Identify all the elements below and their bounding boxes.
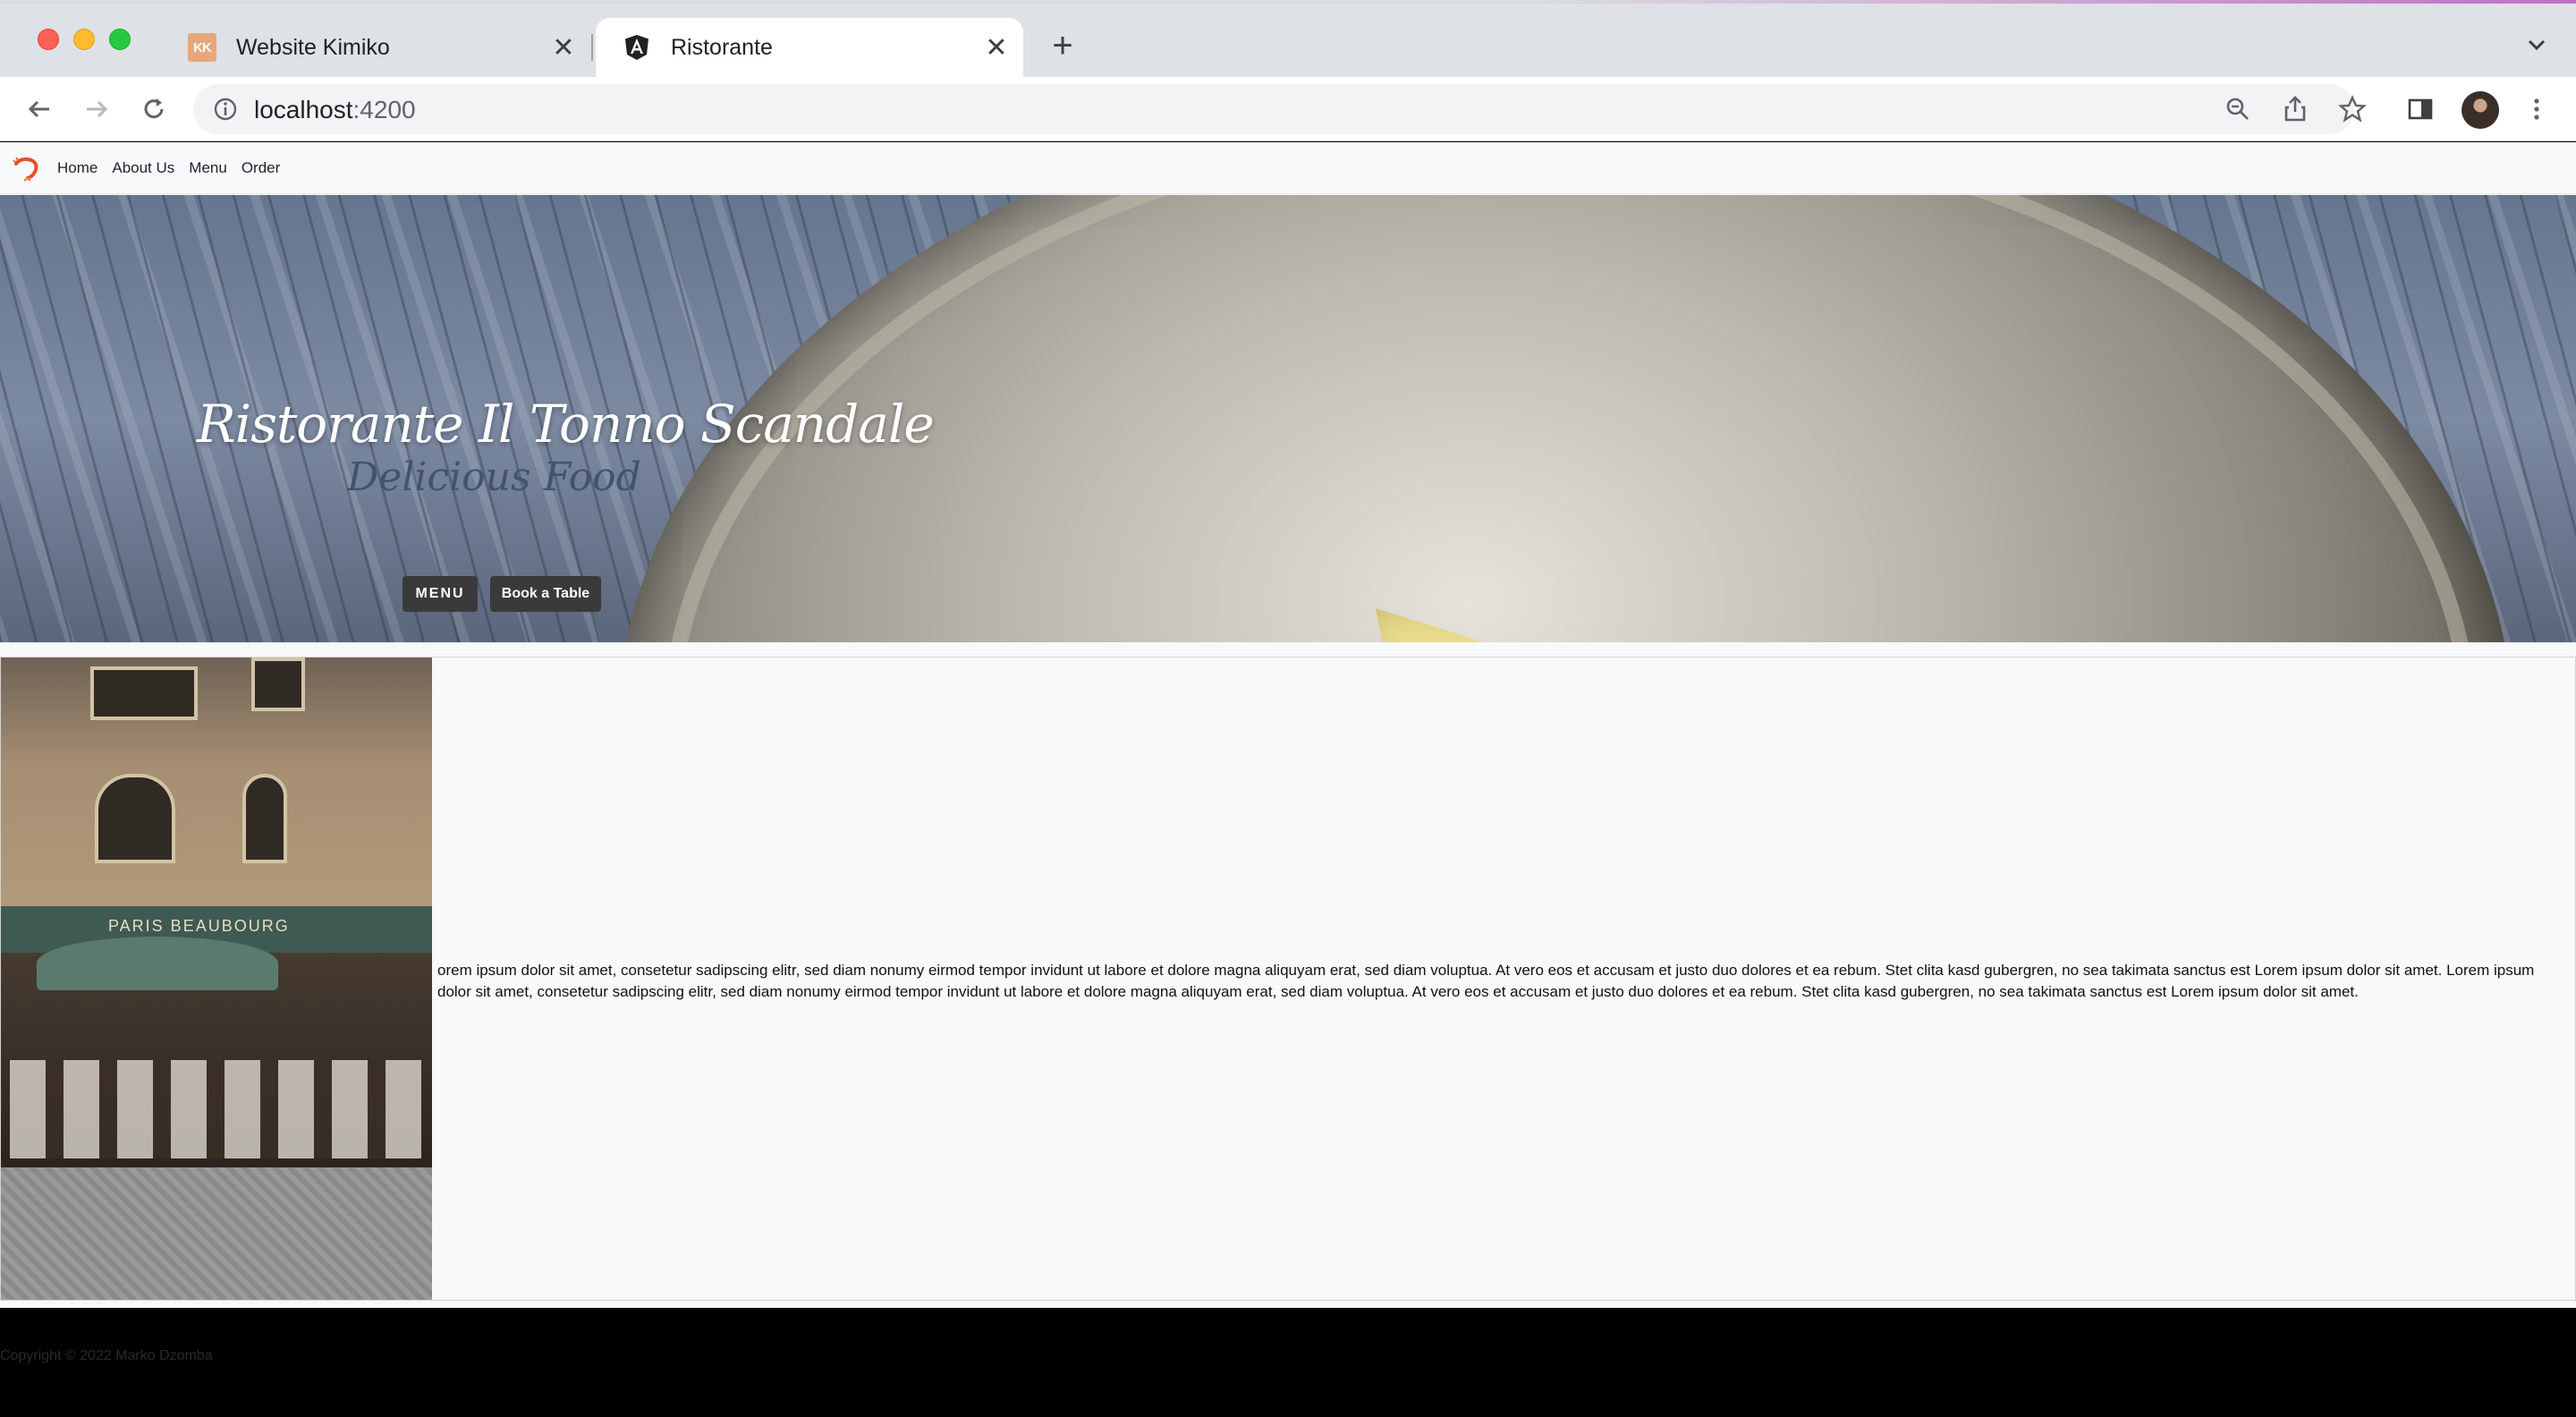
site-info-icon[interactable]: [211, 95, 240, 123]
cafe-terrace-image: PARIS BEAUBOURG: [1, 658, 432, 1300]
tab-website-kimiko[interactable]: KK Website Kimiko ✕: [161, 18, 590, 77]
side-panel-icon[interactable]: [2399, 88, 2442, 131]
reload-icon[interactable]: [132, 88, 175, 131]
hero-subtitle: Delicious Food: [347, 454, 641, 500]
nav-link-menu[interactable]: Menu: [189, 159, 227, 177]
new-tab-plus-icon[interactable]: +: [1045, 28, 1080, 64]
site-navbar: Home About Us Menu Order: [0, 142, 2576, 194]
nav-link-home[interactable]: Home: [57, 159, 97, 177]
tab-title: Website Kimiko: [236, 34, 390, 60]
bookmark-star-icon[interactable]: [2334, 91, 2370, 127]
kk-icon: KK: [188, 33, 216, 62]
nav-link-order[interactable]: Order: [242, 159, 280, 177]
tab-separator: [591, 34, 593, 61]
forward-arrow-icon[interactable]: [75, 88, 118, 131]
tab-ristorante[interactable]: Ristorante ✕: [596, 18, 1023, 77]
address-bar[interactable]: localhost:4200: [193, 84, 2367, 134]
browser-tabstrip: KK Website Kimiko ✕ Ristorante ✕ +: [0, 0, 2576, 77]
about-section: PARIS BEAUBOURG orem ipsum dolor sit ame…: [0, 657, 2576, 1301]
close-window-button[interactable]: [38, 29, 59, 50]
menu-button[interactable]: MENU: [402, 576, 478, 612]
site-footer: Copyright © 2022 Marko Dzomba: [0, 1308, 2576, 1417]
minimize-window-button[interactable]: [73, 29, 95, 50]
more-menu-icon[interactable]: [2515, 88, 2558, 131]
hero-title: Ristorante Il Tonno Scandale: [197, 394, 935, 454]
close-icon[interactable]: ✕: [980, 31, 1013, 64]
zoom-icon[interactable]: [2220, 91, 2256, 127]
close-icon[interactable]: ✕: [547, 31, 580, 64]
window-top-accent: [0, 0, 2576, 4]
browser-toolbar: localhost:4200: [0, 77, 2576, 141]
copyright-text: Copyright © 2022 Marko Dzomba: [0, 1348, 213, 1363]
back-arrow-icon[interactable]: [18, 88, 61, 131]
hero-banner: Ristorante Il Tonno Scandale Delicious F…: [0, 195, 2576, 642]
hero-text-block: Ristorante Il Tonno Scandale Delicious F…: [0, 195, 966, 642]
tab-title: Ristorante: [671, 34, 773, 60]
nav-link-about-us[interactable]: About Us: [112, 159, 174, 177]
share-icon[interactable]: [2277, 91, 2313, 127]
profile-avatar[interactable]: [2462, 91, 2499, 129]
chevron-down-icon[interactable]: [2521, 29, 2553, 61]
page-content: Home About Us Menu Order Ristorante Il T…: [0, 142, 2576, 1417]
url-text: localhost:4200: [254, 96, 416, 123]
shrimp-logo-icon[interactable]: [13, 155, 39, 182]
zoom-window-button[interactable]: [109, 29, 131, 50]
angular-icon: [623, 33, 651, 62]
book-table-button[interactable]: Book a Table: [490, 576, 601, 612]
about-paragraph: orem ipsum dolor sit amet, consetetur sa…: [437, 962, 2535, 1000]
